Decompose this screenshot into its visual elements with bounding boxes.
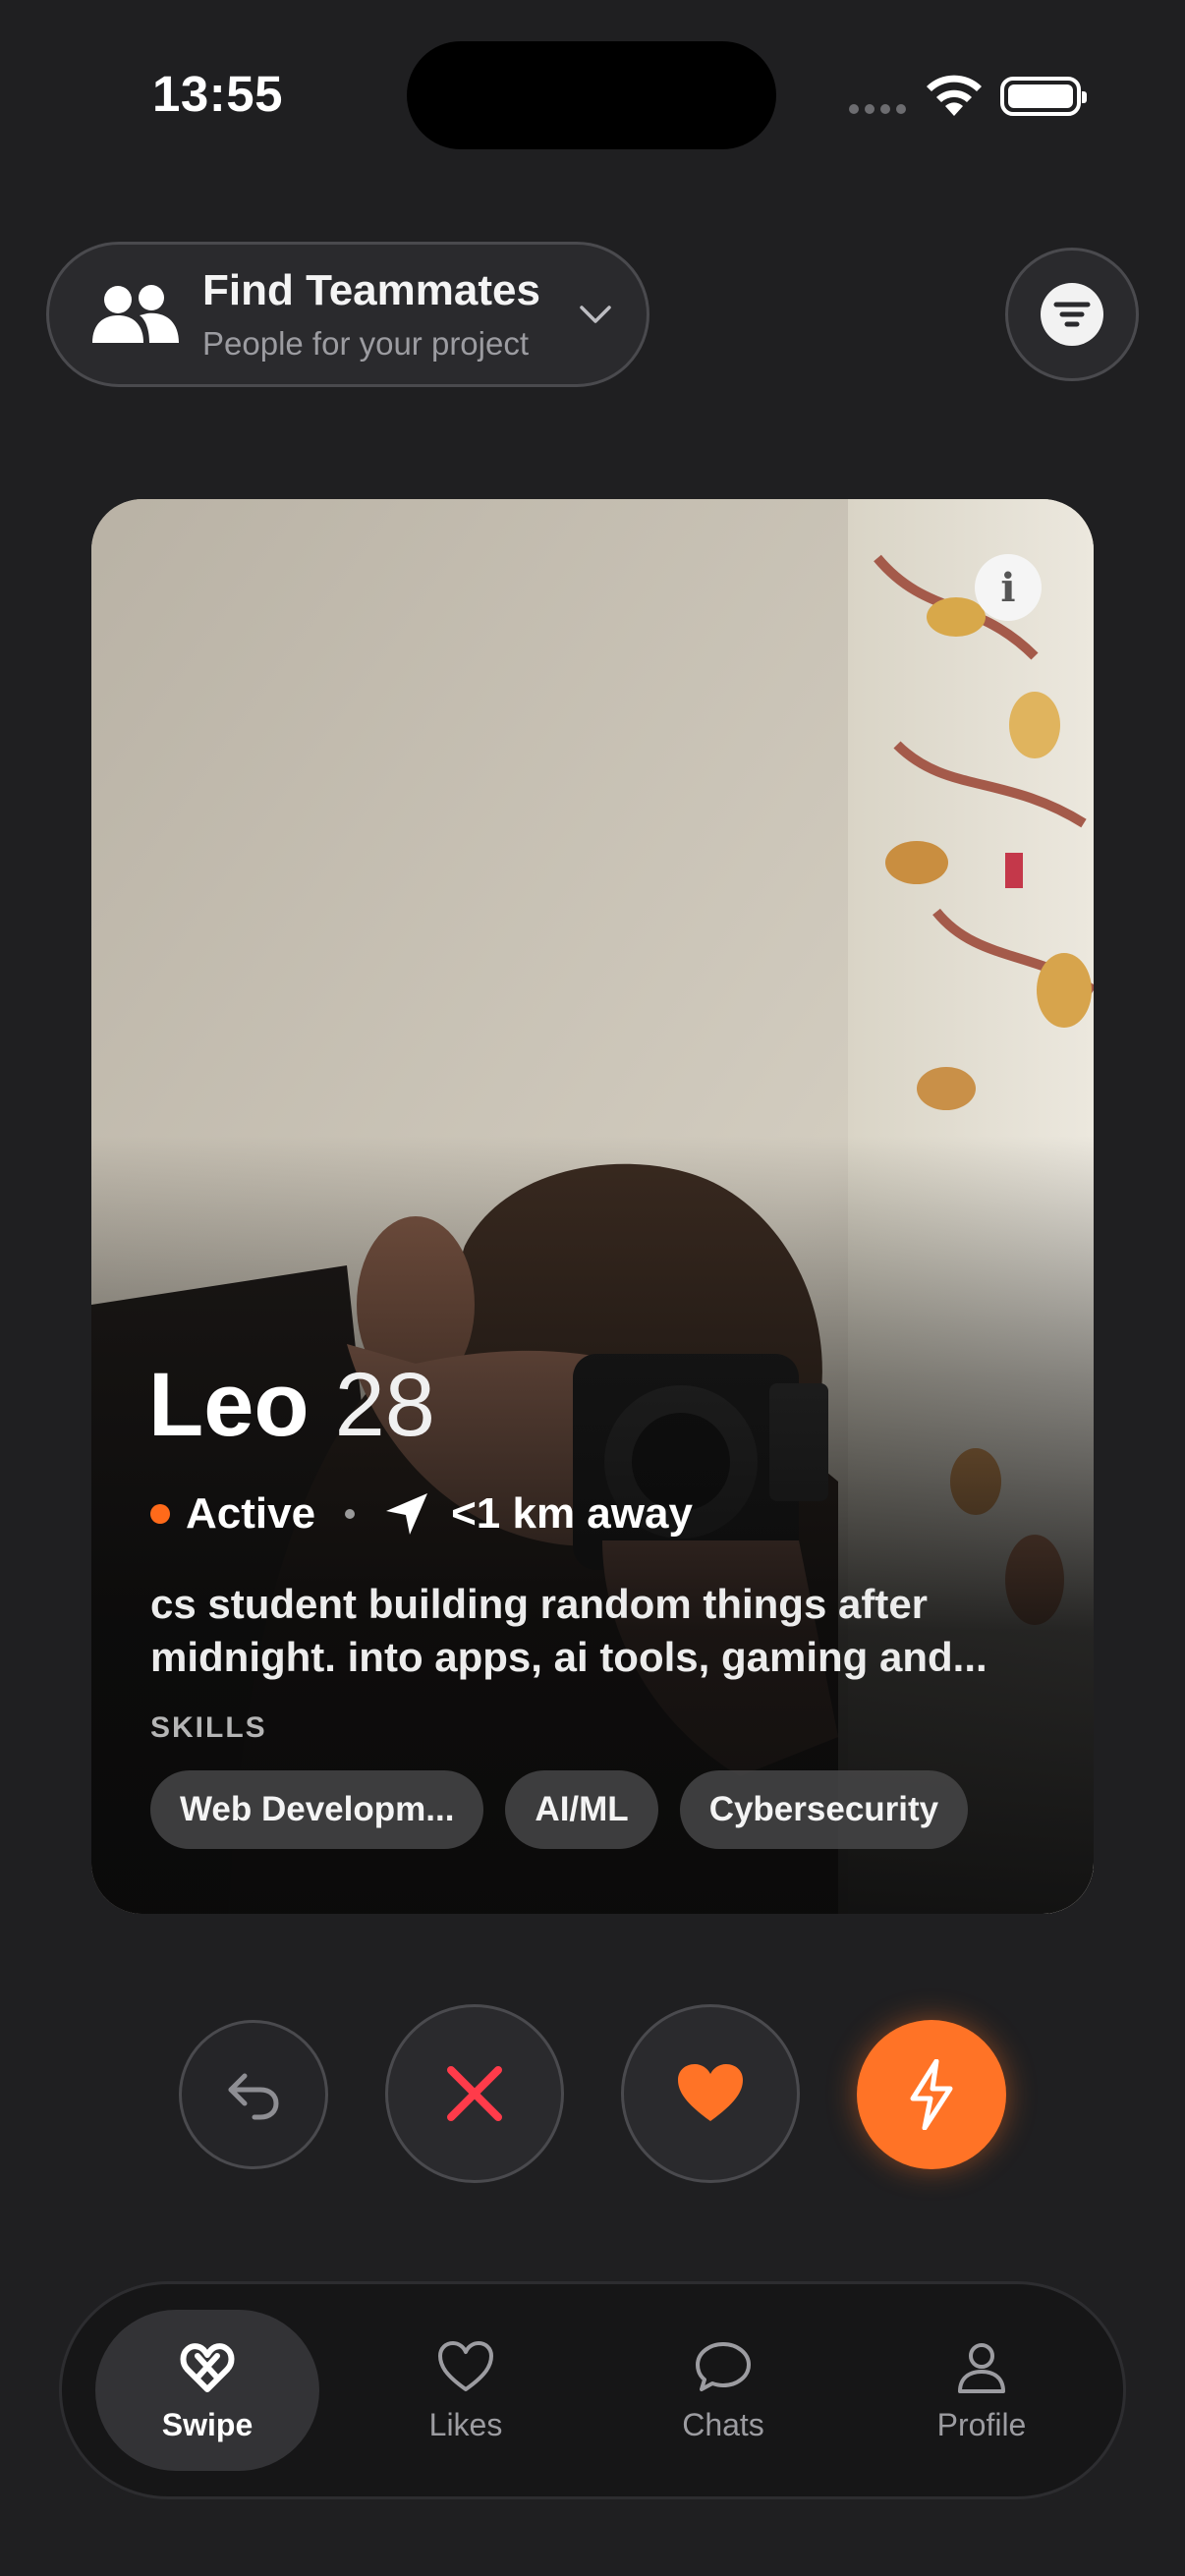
location-arrow-icon (386, 1493, 428, 1535)
skills-label: SKILLS (150, 1711, 267, 1744)
chevron-down-icon (580, 306, 611, 323)
name-row: Leo 28 (148, 1354, 435, 1457)
profile-bio: cs student building random things after … (150, 1581, 988, 1680)
undo-button[interactable] (179, 2020, 328, 2169)
tab-label: Likes (428, 2406, 503, 2442)
battery-icon (1000, 77, 1087, 116)
skill-chip: Web Developm... (150, 1770, 484, 1849)
skill-chip: Cybersecurity (679, 1770, 969, 1849)
meta-row: Active <1 km away (150, 1489, 693, 1539)
dynamic-island (407, 41, 776, 149)
tab-likes[interactable]: Likes (354, 2310, 578, 2471)
tab-swipe[interactable]: Swipe (95, 2310, 319, 2471)
mode-subtitle: People for your project (202, 325, 530, 362)
tab-profile[interactable]: Profile (870, 2310, 1094, 2471)
card-gradient (91, 499, 1094, 1914)
swipe-icon (180, 2342, 235, 2392)
tab-bar: Swipe Likes Chats Profile (59, 2281, 1126, 2499)
distance: <1 km away (451, 1489, 693, 1538)
cellular-signal-icon (849, 104, 906, 114)
active-dot (150, 1504, 170, 1524)
heart-icon (678, 2064, 743, 2121)
heart-outline-icon (438, 2340, 493, 2391)
bolt-icon (910, 2059, 953, 2130)
people-icon (92, 285, 179, 343)
filter-button[interactable] (1005, 248, 1139, 381)
profile-card[interactable]: i Leo 28 Active <1 km away cs student bu… (91, 499, 1094, 1914)
tab-label: Profile (936, 2406, 1027, 2442)
wifi-icon (927, 75, 982, 116)
active-status: Active (186, 1489, 316, 1538)
like-button[interactable] (621, 2004, 800, 2183)
skill-chip: AI/ML (505, 1770, 658, 1849)
status-time: 13:55 (152, 66, 283, 122)
tab-label: Chats (682, 2406, 764, 2442)
tab-chats[interactable]: Chats (611, 2310, 835, 2471)
chat-bubble-icon (696, 2341, 751, 2391)
filter-icon (1041, 283, 1103, 346)
reject-button[interactable] (385, 2004, 564, 2183)
tab-label: Swipe (161, 2406, 254, 2442)
info-icon[interactable]: i (975, 554, 1042, 621)
boost-button[interactable] (857, 2020, 1006, 2169)
profile-name: Leo (148, 1355, 310, 1455)
screen: 13:55 Find Teammates People for your pro… (0, 0, 1185, 2576)
profile-age: 28 (334, 1355, 435, 1455)
separator-dot (345, 1509, 356, 1519)
mode-selector[interactable]: Find Teammates People for your project (46, 242, 649, 387)
skills-list: Web Developm... AI/ML Cybersecurity (150, 1770, 969, 1849)
close-icon (447, 2066, 502, 2121)
mode-title: Find Teammates (202, 266, 540, 314)
undo-icon (228, 2073, 279, 2120)
person-icon (958, 2342, 1005, 2393)
